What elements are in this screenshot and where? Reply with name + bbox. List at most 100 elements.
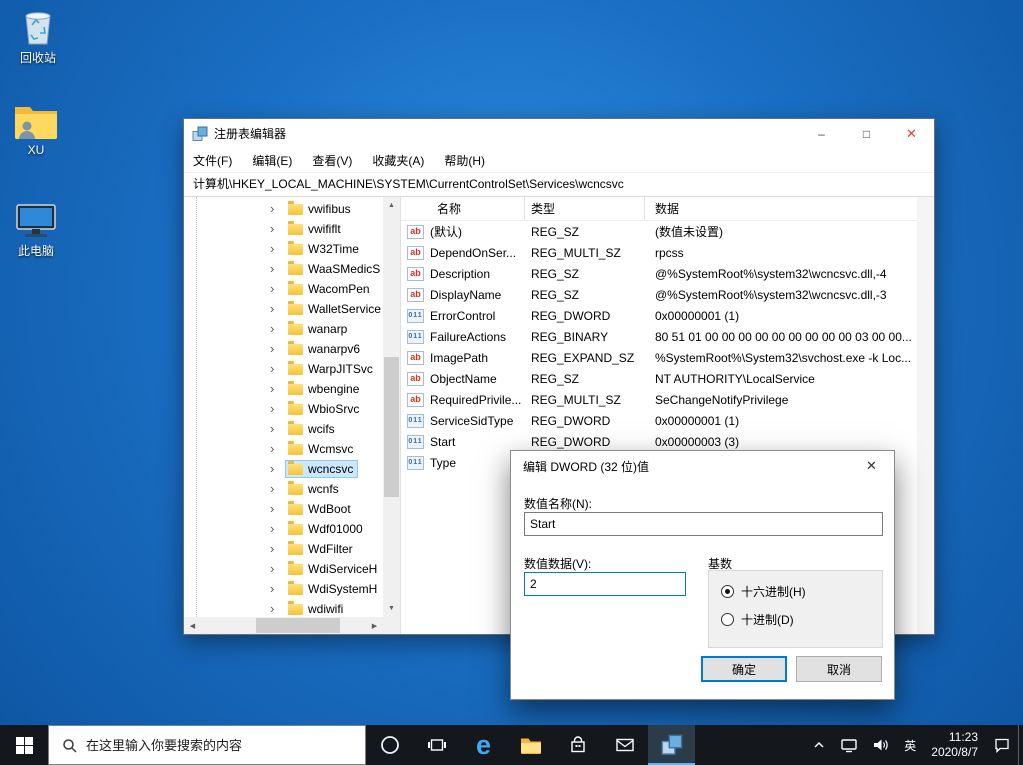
dec-radio-option[interactable]: 十进制(D) xyxy=(721,611,870,628)
value-name-input[interactable] xyxy=(524,512,883,536)
tree-item[interactable]: › WdiSystemH xyxy=(184,579,383,599)
tree-item[interactable]: › vwifibus xyxy=(184,199,383,219)
tree-hscroll-thumb[interactable] xyxy=(256,618,340,633)
store-button[interactable] xyxy=(554,725,601,765)
registry-value-row[interactable]: ImagePath REG_EXPAND_SZ %SystemRoot%\Sys… xyxy=(401,347,934,368)
task-view-button[interactable] xyxy=(413,725,460,765)
registry-value-row[interactable]: FailureActions REG_BINARY 80 51 01 00 00… xyxy=(401,326,934,347)
action-center-button[interactable] xyxy=(986,725,1018,765)
dialog-titlebar[interactable]: 编辑 DWORD (32 位)值 ✕ xyxy=(511,451,894,481)
tree-item[interactable]: › wcnfs xyxy=(184,479,383,499)
tree-node[interactable]: WdiServiceH xyxy=(286,561,381,577)
tree-node[interactable]: WdFilter xyxy=(286,541,357,557)
tree-item[interactable]: › wdiwifi xyxy=(184,599,383,617)
registry-value-row[interactable]: (默认) REG_SZ (数值未设置) xyxy=(401,221,934,242)
tree-node[interactable]: Wcmsvc xyxy=(286,441,357,457)
tree-node[interactable]: W32Time xyxy=(286,241,363,257)
cancel-button[interactable]: 取消 xyxy=(796,656,882,682)
scroll-left-icon[interactable]: ◀ xyxy=(184,617,201,634)
menu-favorites[interactable]: 收藏夹(A) xyxy=(372,152,424,169)
tree-node[interactable]: Wdf01000 xyxy=(286,521,367,537)
mail-button[interactable] xyxy=(601,725,648,765)
scroll-right-icon[interactable]: ▶ xyxy=(366,617,383,634)
desktop-icon-xu[interactable]: XU xyxy=(0,102,72,157)
registry-value-row[interactable]: ServiceSidType REG_DWORD 0x00000001 (1) xyxy=(401,410,934,431)
show-desktop-button[interactable] xyxy=(1018,725,1023,765)
minimize-button[interactable]: – xyxy=(799,119,844,148)
tree-item[interactable]: › WalletService xyxy=(184,299,383,319)
tree-item[interactable]: › wbengine xyxy=(184,379,383,399)
clock[interactable]: 11:23 2020/8/7 xyxy=(923,730,986,760)
taskbar-search[interactable] xyxy=(48,725,366,765)
expand-chevron-icon[interactable]: › xyxy=(270,559,286,579)
tree-node[interactable]: WdiSystemH xyxy=(286,581,381,597)
tree-node[interactable]: WbioSrvc xyxy=(286,401,363,417)
tree-node[interactable]: wanarpv6 xyxy=(286,341,364,357)
column-header-type[interactable]: 类型 xyxy=(525,197,645,220)
expand-chevron-icon[interactable]: › xyxy=(270,539,286,559)
menu-help[interactable]: 帮助(H) xyxy=(444,152,485,169)
file-explorer-button[interactable] xyxy=(507,725,554,765)
list-scrollbar[interactable] xyxy=(917,197,934,634)
start-button[interactable] xyxy=(0,725,48,765)
tree-item[interactable]: › WdBoot xyxy=(184,499,383,519)
desktop-icon-recycle-bin[interactable]: 回收站 xyxy=(2,6,74,65)
cortana-button[interactable] xyxy=(366,725,413,765)
tree-horizontal-scrollbar[interactable]: ◀ ▶ xyxy=(184,617,383,634)
tree-vertical-scrollbar[interactable]: ▲ ▼ xyxy=(383,197,400,617)
tree-node[interactable]: WdBoot xyxy=(286,501,355,517)
hex-radio-button[interactable] xyxy=(721,585,734,598)
tree-node[interactable]: wbengine xyxy=(286,381,363,397)
tree-node[interactable]: WacomPen xyxy=(286,281,374,297)
expand-chevron-icon[interactable]: › xyxy=(270,399,286,419)
tree-node[interactable]: wcncsvc xyxy=(286,461,357,477)
expand-chevron-icon[interactable]: › xyxy=(270,599,286,617)
scroll-down-icon[interactable]: ▼ xyxy=(383,600,400,617)
dec-radio-button[interactable] xyxy=(721,613,734,626)
regedit-taskbar-button[interactable] xyxy=(648,725,695,765)
menu-edit[interactable]: 编辑(E) xyxy=(252,152,292,169)
registry-value-row[interactable]: Start REG_DWORD 0x00000003 (3) xyxy=(401,431,934,452)
desktop-icon-this-pc[interactable]: 此电脑 xyxy=(0,201,72,258)
tree-item[interactable]: › WdFilter xyxy=(184,539,383,559)
expand-chevron-icon[interactable]: › xyxy=(270,459,286,479)
tray-expand-button[interactable] xyxy=(805,725,833,765)
tree-item[interactable]: › vwififlt xyxy=(184,219,383,239)
ok-button[interactable]: 确定 xyxy=(701,656,787,682)
registry-value-row[interactable]: RequiredPrivile... REG_MULTI_SZ SeChange… xyxy=(401,389,934,410)
expand-chevron-icon[interactable]: › xyxy=(270,359,286,379)
expand-chevron-icon[interactable]: › xyxy=(270,199,286,219)
value-data-input[interactable] xyxy=(524,572,686,596)
registry-value-row[interactable]: DisplayName REG_SZ @%SystemRoot%\system3… xyxy=(401,284,934,305)
tree-item[interactable]: › wcncsvc xyxy=(184,459,383,479)
expand-chevron-icon[interactable]: › xyxy=(270,499,286,519)
tree-vscroll-thumb[interactable] xyxy=(384,357,399,497)
expand-chevron-icon[interactable]: › xyxy=(270,319,286,339)
menu-view[interactable]: 查看(V) xyxy=(312,152,352,169)
regedit-titlebar[interactable]: 注册表编辑器 – □ ✕ xyxy=(184,119,934,148)
tree-item[interactable]: › W32Time xyxy=(184,239,383,259)
column-header-data[interactable]: 数据 xyxy=(645,197,934,220)
tree-item[interactable]: › wanarpv6 xyxy=(184,339,383,359)
tree-node[interactable]: WarpJITSvc xyxy=(286,361,377,377)
tree-node[interactable]: wanarp xyxy=(286,321,351,337)
close-button[interactable]: ✕ xyxy=(889,119,934,148)
menu-file[interactable]: 文件(F) xyxy=(193,152,232,169)
tree-item[interactable]: › wcifs xyxy=(184,419,383,439)
expand-chevron-icon[interactable]: › xyxy=(270,579,286,599)
tree-node[interactable]: vwififlt xyxy=(286,221,345,237)
tree-node[interactable]: WaaSMedicS xyxy=(286,261,383,277)
expand-chevron-icon[interactable]: › xyxy=(270,339,286,359)
expand-chevron-icon[interactable]: › xyxy=(270,379,286,399)
tree-item[interactable]: › WacomPen xyxy=(184,279,383,299)
expand-chevron-icon[interactable]: › xyxy=(270,419,286,439)
registry-value-row[interactable]: DependOnSer... REG_MULTI_SZ rpcss xyxy=(401,242,934,263)
tree-item[interactable]: › Wcmsvc xyxy=(184,439,383,459)
tree-node[interactable]: wdiwifi xyxy=(286,601,347,617)
dialog-close-button[interactable]: ✕ xyxy=(849,451,894,481)
expand-chevron-icon[interactable]: › xyxy=(270,259,286,279)
registry-value-row[interactable]: Description REG_SZ @%SystemRoot%\system3… xyxy=(401,263,934,284)
tree-item[interactable]: › WdiServiceH xyxy=(184,559,383,579)
tree-node[interactable]: vwifibus xyxy=(286,201,355,217)
language-indicator[interactable]: 英 xyxy=(897,725,923,765)
